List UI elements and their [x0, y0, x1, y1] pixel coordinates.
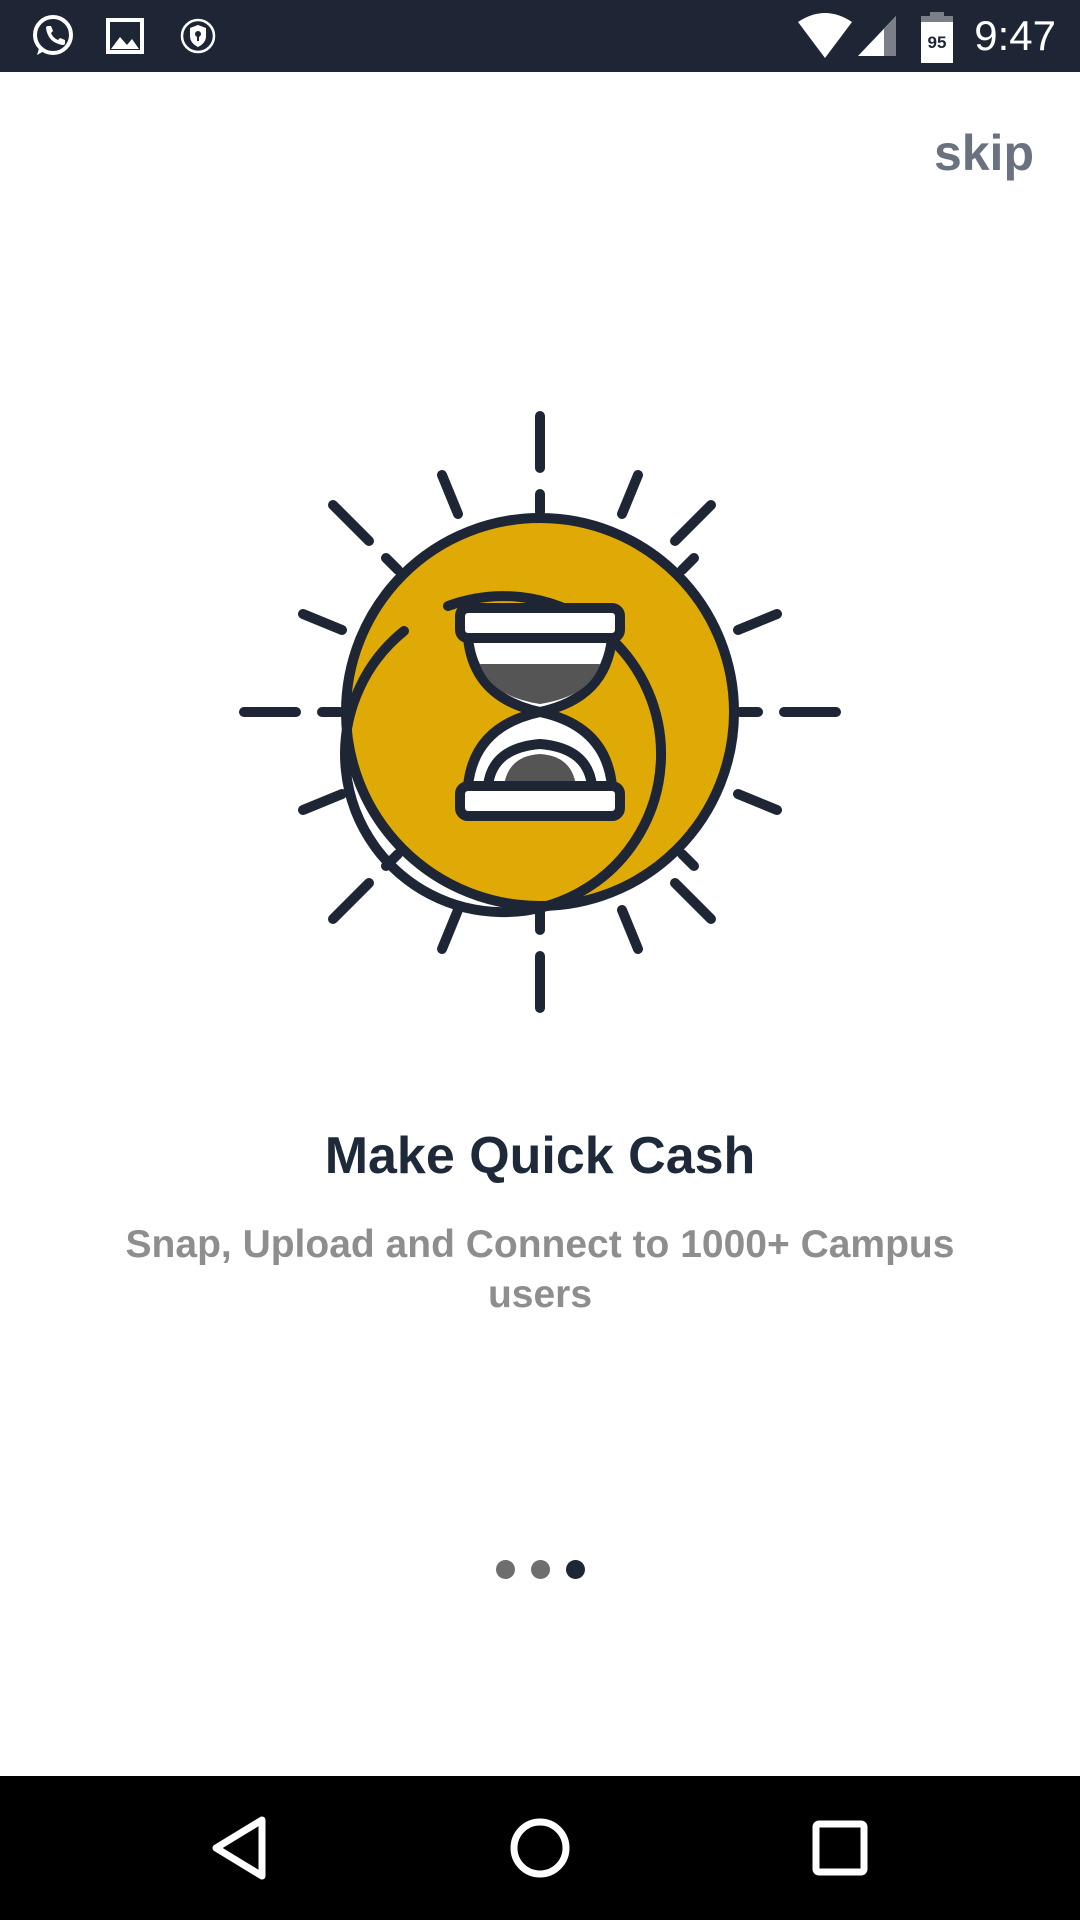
- back-icon[interactable]: [200, 1808, 280, 1888]
- battery-level: 95: [928, 33, 947, 52]
- whatsapp-icon: [33, 15, 73, 55]
- skip-button[interactable]: skip: [934, 124, 1034, 182]
- page-indicator: [0, 1560, 1080, 1579]
- onboarding-title: Make Quick Cash: [324, 1127, 756, 1185]
- recents-icon[interactable]: [800, 1808, 880, 1888]
- cell-signal-icon: [858, 16, 896, 56]
- home-icon[interactable]: [500, 1808, 580, 1888]
- hourglass-coin-icon: [239, 411, 841, 1013]
- gallery-icon: [106, 18, 144, 54]
- onboarding-screen: skip Make Quick Cash Snap, Upload and Co…: [0, 72, 1080, 1776]
- vpn-shield-icon: [180, 18, 216, 54]
- wifi-icon: [798, 13, 852, 58]
- page-dot-2[interactable]: [530, 1560, 550, 1579]
- page-dot-3-active[interactable]: [565, 1560, 585, 1579]
- onboarding-subtitle: Snap, Upload and Connect to 1000+ Campus…: [125, 1223, 955, 1316]
- navigation-bar: [0, 1776, 1080, 1920]
- status-bar: 95 9:47: [0, 0, 1080, 72]
- page-dot-1[interactable]: [495, 1560, 515, 1579]
- clock: 9:47: [974, 12, 1056, 59]
- battery-icon: 95: [921, 12, 953, 63]
